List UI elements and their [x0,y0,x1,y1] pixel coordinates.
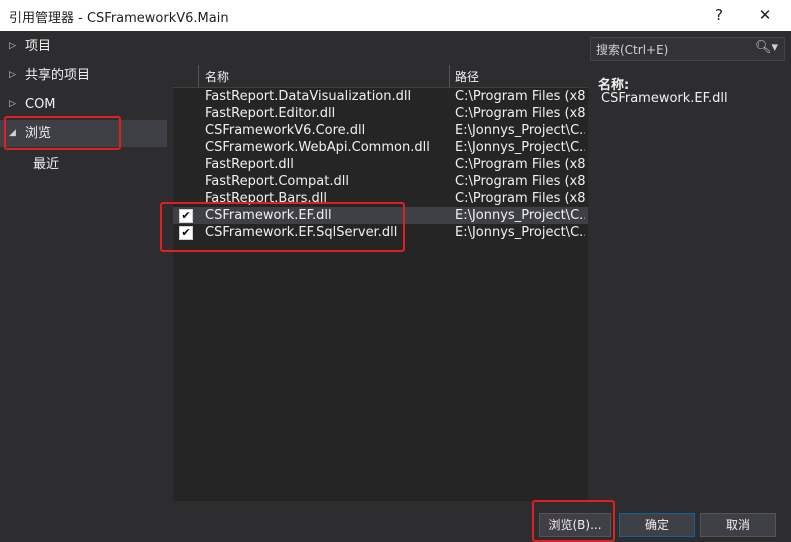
list-header: 名称 路径 [173,65,588,88]
item-path: C:\Program Files (x8... [455,89,585,104]
detail-name-value: CSFramework.EF.dll [601,91,728,106]
list-item[interactable]: FastReport.dll C:\Program Files (x8... [173,156,588,173]
item-path: C:\Program Files (x8... [455,174,585,189]
search-icon[interactable]: 🔍︎▾ [755,40,778,55]
item-path: E:\Jonnys_Project\C... [455,208,585,223]
highlight-box-selected-items [160,202,405,252]
tree-item-label: 共享的项目 [25,68,91,83]
tree-item-recent[interactable]: 最近 [0,151,167,178]
highlight-box-browse-node [4,116,121,150]
reference-list: 名称 路径 FastReport.DataVisualization.dll C… [173,65,588,501]
highlight-box-browse-button [532,500,615,542]
column-separator[interactable] [198,65,199,87]
list-item[interactable]: FastReport.DataVisualization.dll C:\Prog… [173,88,588,105]
tree-item-com[interactable]: ▷ COM [0,91,167,118]
list-item[interactable]: CSFrameworkV6.Core.dll E:\Jonnys_Project… [173,122,588,139]
item-path: E:\Jonnys_Project\C... [455,140,585,155]
expand-arrow-icon[interactable]: ▷ [9,91,19,118]
search-box[interactable]: 搜索(Ctrl+E) 🔍︎▾ [590,37,785,61]
tree-item-shared-projects[interactable]: ▷ 共享的项目 [0,62,167,89]
expand-arrow-icon[interactable]: ▷ [9,33,19,60]
cancel-button[interactable]: 取消 [700,513,776,537]
column-header-name[interactable]: 名称 [205,68,229,85]
list-item[interactable]: CSFramework.WebApi.Common.dll E:\Jonnys_… [173,139,588,156]
search-input[interactable]: 搜索(Ctrl+E) [596,41,668,58]
title-bar: 引用管理器 - CSFrameworkV6.Main ? ✕ [0,0,791,31]
item-name: FastReport.DataVisualization.dll [205,89,412,104]
help-button[interactable]: ? [697,0,741,31]
item-path: E:\Jonnys_Project\C... [455,123,585,138]
item-path: C:\Program Files (x8... [455,157,585,172]
tree-item-projects[interactable]: ▷ 项目 [0,33,167,60]
tree-item-label: 项目 [25,39,52,54]
ok-button[interactable]: 确定 [619,513,695,537]
item-path: E:\Jonnys_Project\C... [455,225,585,240]
item-path: C:\Program Files (x8... [455,106,585,121]
tree-item-label: COM [25,97,56,112]
tree-item-label: 最近 [33,157,60,172]
category-tree: ▷ 项目 ▷ 共享的项目 ▷ COM ◢ 浏览 最近 [0,31,167,506]
item-name: CSFramework.WebApi.Common.dll [205,140,430,155]
list-item[interactable]: FastReport.Editor.dll C:\Program Files (… [173,105,588,122]
item-name: CSFrameworkV6.Core.dll [205,123,366,138]
window-title: 引用管理器 - CSFrameworkV6.Main [9,11,229,26]
column-header-path[interactable]: 路径 [455,68,479,85]
close-button[interactable]: ✕ [743,0,787,31]
item-path: C:\Program Files (x8... [455,191,585,206]
list-item[interactable]: FastReport.Compat.dll C:\Program Files (… [173,173,588,190]
item-name: FastReport.Editor.dll [205,106,336,121]
expand-arrow-icon[interactable]: ▷ [9,62,19,89]
item-name: FastReport.Compat.dll [205,174,349,189]
column-separator[interactable] [449,65,450,87]
item-name: FastReport.dll [205,157,294,172]
